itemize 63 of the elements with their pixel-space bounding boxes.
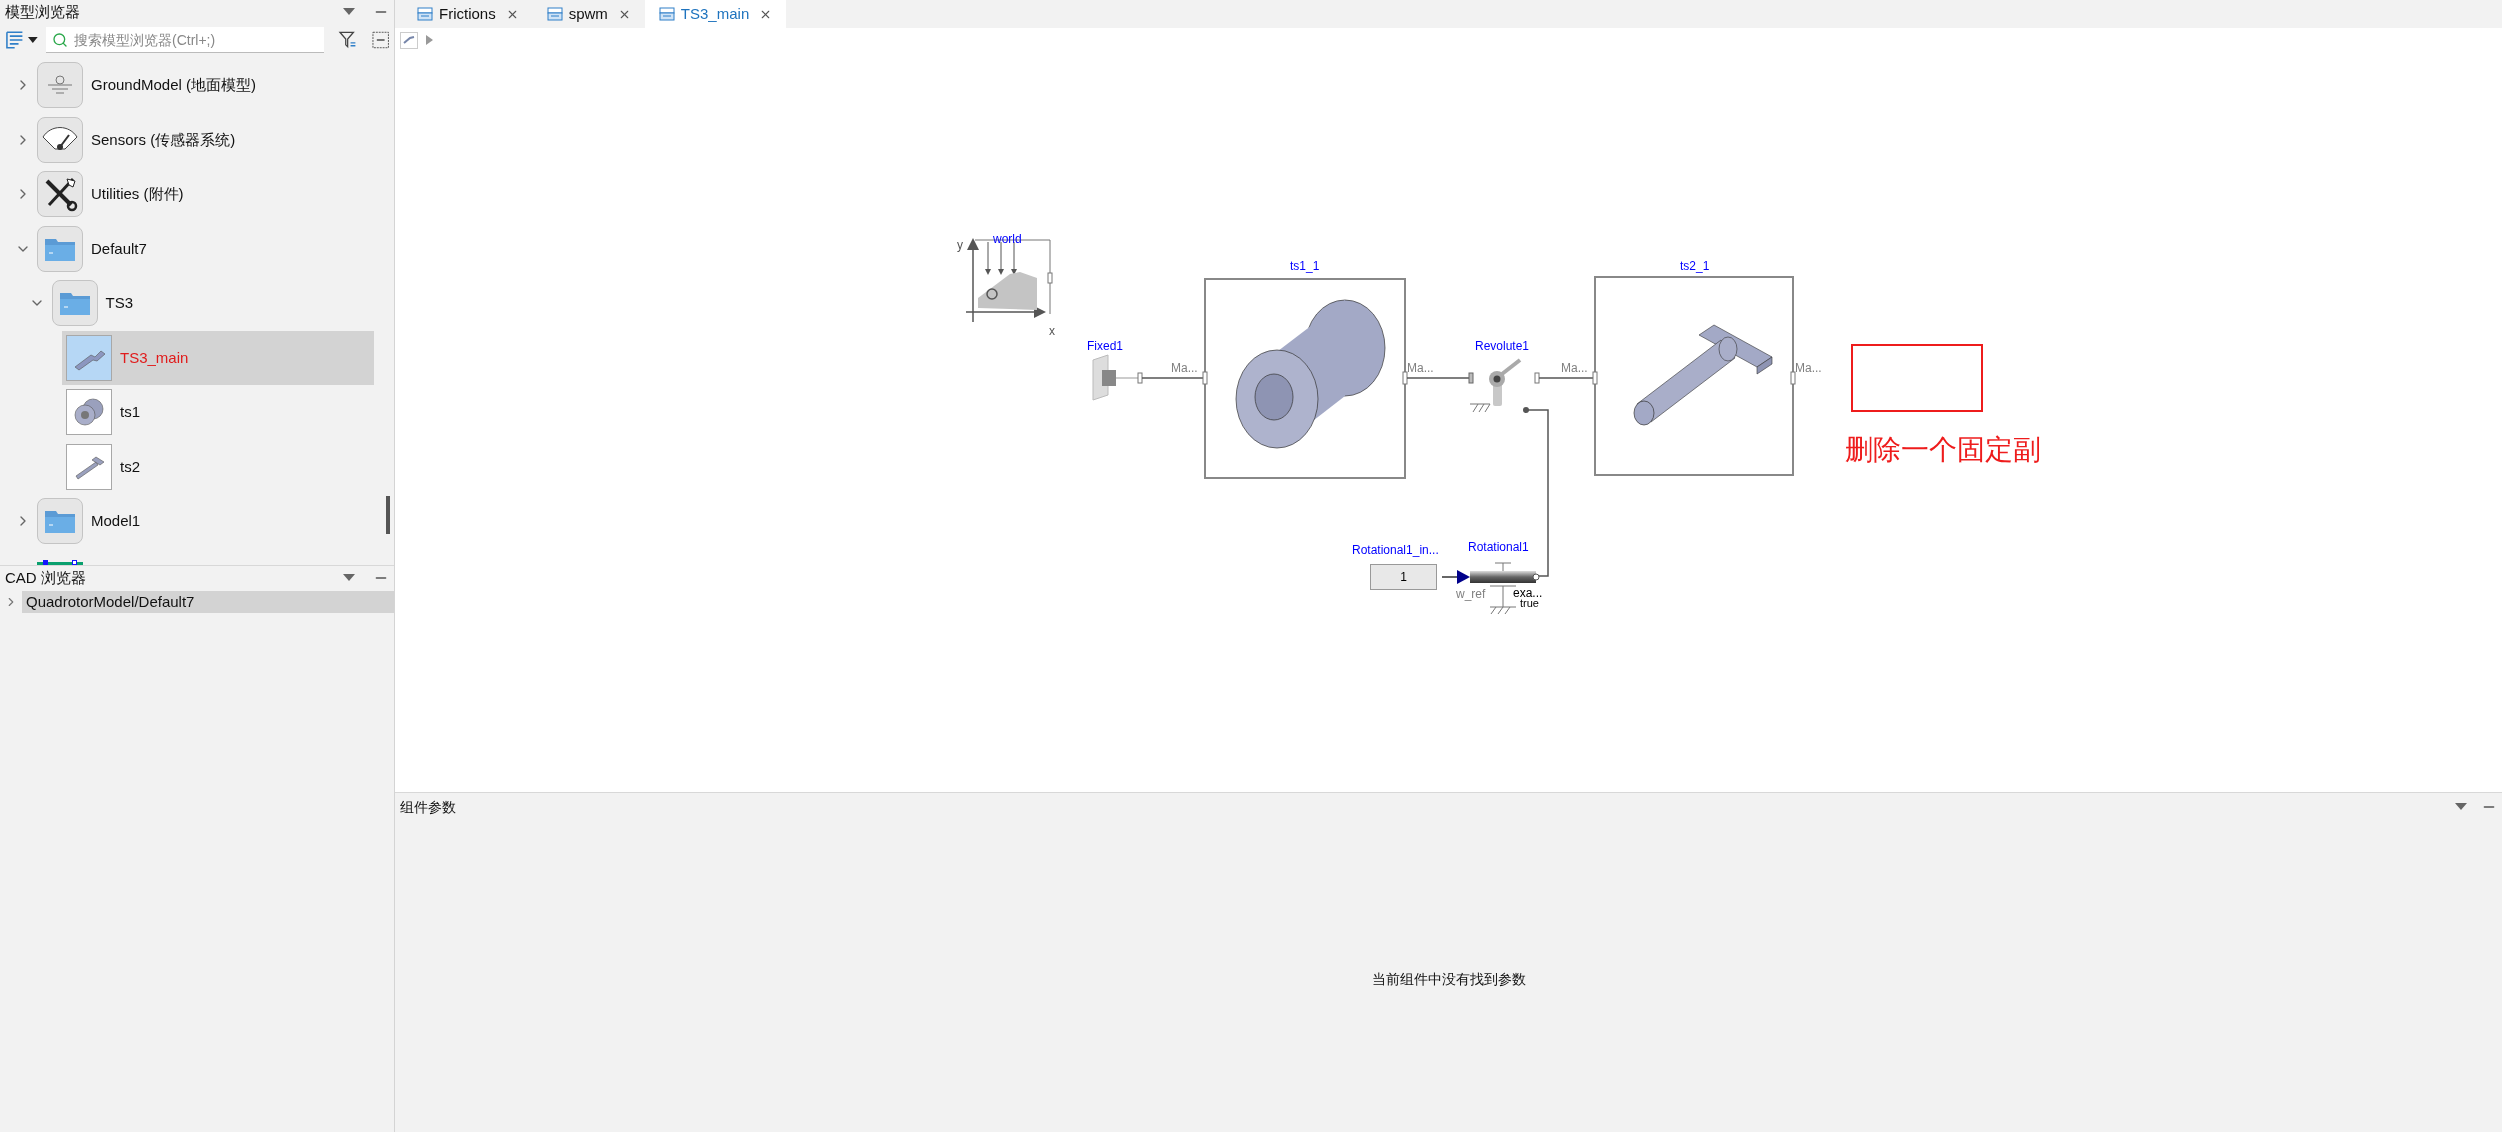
parameter-label: true	[1520, 598, 1539, 609]
tree-item[interactable]: TS3	[47, 276, 374, 331]
tools-icon	[37, 171, 83, 218]
document-tab[interactable]: spwm	[532, 0, 645, 28]
ground-icon	[37, 62, 83, 109]
port-connector	[1592, 371, 1598, 385]
port-label: Ma...	[1407, 362, 1434, 374]
collapse-all-icon[interactable]	[371, 31, 389, 49]
folder-icon	[37, 225, 83, 272]
tree-item[interactable]: QuadrotorModel/Default7	[22, 591, 394, 613]
cylinder-icon	[66, 389, 112, 436]
port-label: Ma...	[1171, 362, 1198, 374]
search-icon	[52, 32, 68, 48]
document-tab[interactable]: Frictions	[403, 0, 533, 28]
panel-title: 模型浏览器	[5, 1, 81, 22]
gauge-icon	[37, 116, 83, 163]
annotation-text: 删除一个固定副	[1845, 436, 2041, 464]
fixed-support-drawing	[1092, 354, 1143, 401]
folder-icon	[51, 280, 98, 327]
component-label: ts2_1	[1680, 260, 1710, 272]
dropdown-icon[interactable]	[28, 36, 38, 44]
tree-item[interactable]: Utilities (附件)	[33, 167, 374, 222]
component-label: ts1_1	[1290, 260, 1320, 272]
port-label: Ma...	[1561, 362, 1588, 374]
connection-line	[1406, 377, 1470, 379]
panel-title: CAD 浏览器	[5, 567, 87, 588]
component-label: Fixed1	[1087, 340, 1124, 352]
tree-item[interactable]: GroundModel (地面模型)	[33, 58, 374, 113]
port-connector	[1790, 371, 1796, 385]
port-label: w_ref	[1456, 588, 1486, 600]
axis-label: y	[957, 239, 963, 251]
folder-icon	[37, 498, 83, 545]
scrollbar-thumb[interactable]	[386, 496, 390, 534]
component-label: Revolute1	[1475, 340, 1530, 352]
constant-block: 1	[1370, 564, 1437, 590]
component-label: world	[993, 233, 1022, 245]
expand-arrow-icon[interactable]	[426, 35, 433, 45]
tree-item[interactable]: Model1	[33, 494, 374, 549]
rod-icon	[66, 443, 112, 490]
revolute-joint-drawing	[1468, 358, 1540, 413]
tree-view-icon[interactable]	[5, 30, 25, 50]
assembly-icon	[66, 334, 112, 381]
signal-arrow	[1441, 570, 1470, 584]
component-label: Rotational1_in...	[1352, 544, 1439, 556]
model-tab-icon	[546, 7, 563, 21]
search-field[interactable]: 搜索模型浏览器(Ctrl+;)	[46, 27, 325, 53]
tree-item[interactable]: ts2	[62, 439, 374, 494]
port-connector	[1202, 371, 1208, 385]
empty-message: 当前组件中没有找到参数	[1371, 970, 1526, 989]
model-toolbar-icon[interactable]	[400, 31, 418, 49]
tree-item[interactable]: ts1	[62, 385, 374, 440]
axis-label: x	[1049, 325, 1055, 337]
model-tab-icon	[658, 7, 675, 21]
panel-title: 组件参数	[400, 797, 457, 817]
parameter-label: exa...	[1513, 587, 1543, 599]
tree-item[interactable]: Sensors (传感器系统)	[33, 112, 374, 167]
model-tab-icon	[417, 7, 433, 21]
component-label: Rotational1	[1468, 541, 1529, 553]
tree-item[interactable]: Default7	[33, 221, 374, 276]
port-label: Ma...	[1795, 362, 1822, 374]
document-tab[interactable]: TS3_main	[644, 0, 787, 28]
filter-icon[interactable]	[338, 30, 358, 50]
port-connector	[1402, 371, 1408, 385]
